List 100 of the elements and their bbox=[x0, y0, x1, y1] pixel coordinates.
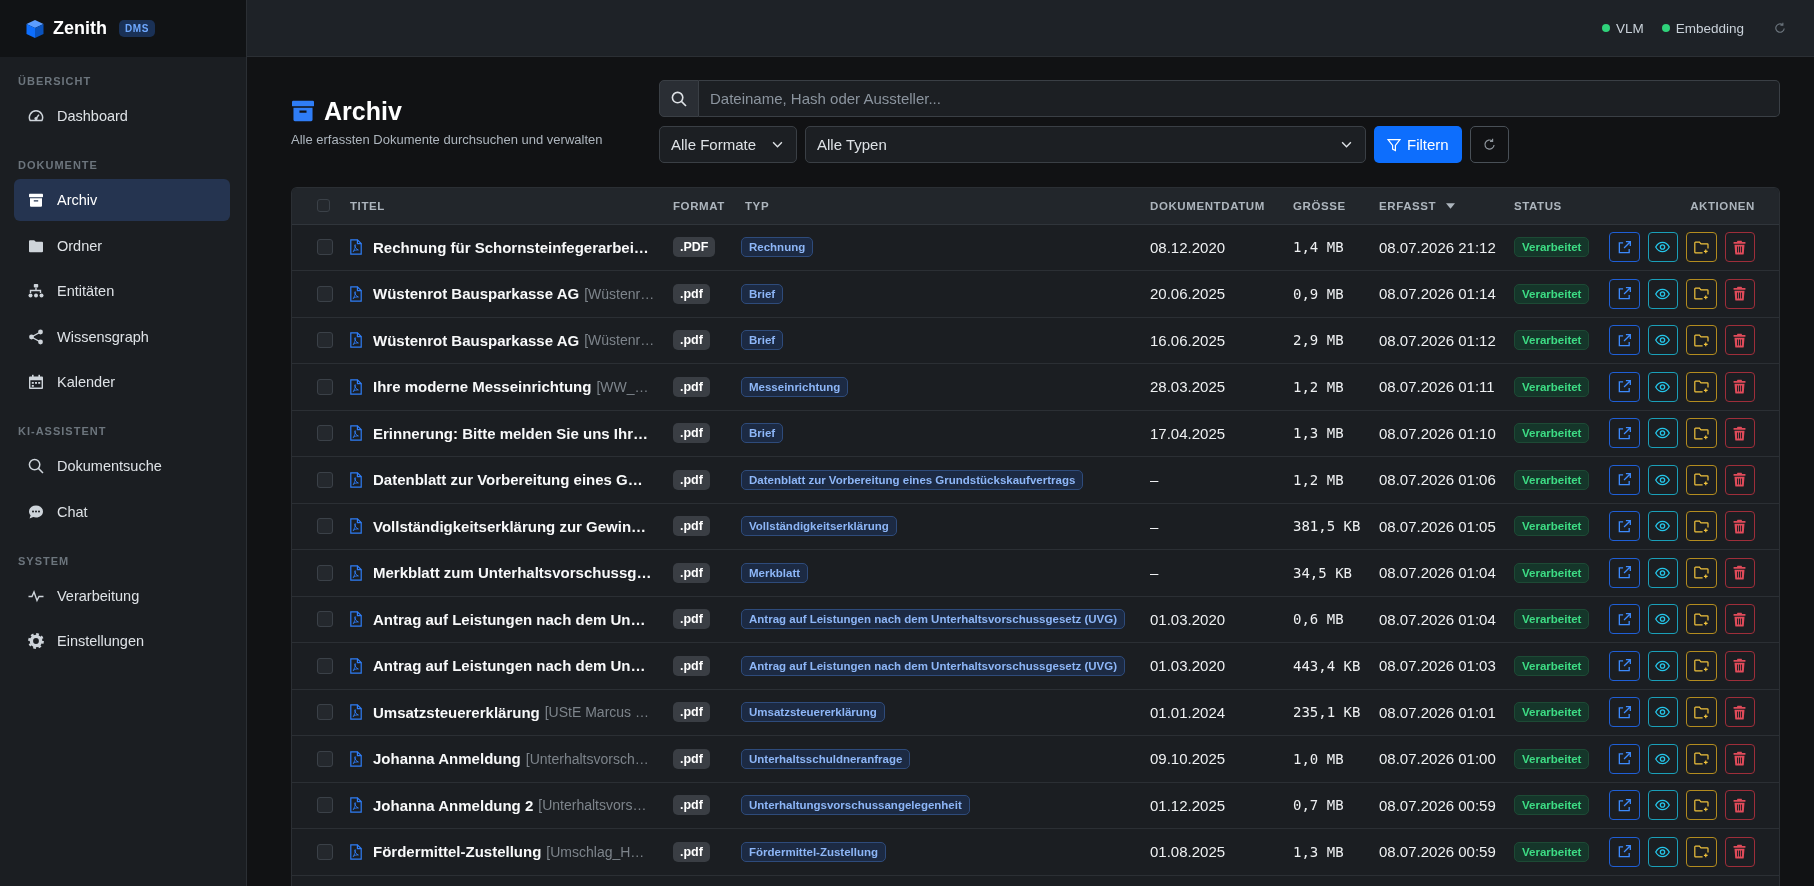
select-all-checkbox[interactable] bbox=[317, 199, 330, 213]
sidebar-item[interactable]: Chat bbox=[14, 490, 230, 533]
delete-button[interactable] bbox=[1724, 650, 1755, 681]
move-to-folder-button[interactable] bbox=[1686, 278, 1717, 309]
sidebar-item[interactable]: Einstellungen bbox=[14, 620, 230, 662]
document-title[interactable]: Rechnung für Schornsteinfegerarbei… bbox=[373, 238, 649, 256]
document-title[interactable]: Antrag auf Leistungen nach dem Un… bbox=[373, 610, 646, 628]
row-checkbox[interactable] bbox=[317, 425, 333, 442]
column-header[interactable]: ERFASST bbox=[1379, 199, 1456, 212]
document-title[interactable]: Merkblatt zum Unterhaltsvorschussg… bbox=[373, 564, 652, 582]
open-button[interactable] bbox=[1609, 325, 1640, 356]
delete-button[interactable] bbox=[1724, 557, 1755, 588]
move-to-folder-button[interactable] bbox=[1686, 325, 1717, 356]
format-select[interactable]: Alle Formate bbox=[659, 126, 797, 163]
preview-button[interactable] bbox=[1647, 325, 1678, 356]
open-button[interactable] bbox=[1609, 418, 1640, 449]
move-to-folder-button[interactable] bbox=[1686, 371, 1717, 402]
refresh-icon[interactable] bbox=[1774, 22, 1786, 34]
move-to-folder-button[interactable] bbox=[1686, 836, 1717, 867]
delete-button[interactable] bbox=[1724, 418, 1755, 449]
document-title[interactable]: Ihre moderne Messeinrichtung bbox=[373, 378, 592, 396]
move-to-folder-button[interactable] bbox=[1686, 604, 1717, 635]
open-button[interactable] bbox=[1609, 790, 1640, 821]
document-title[interactable]: Johanna Anmeldung bbox=[373, 750, 521, 768]
open-button[interactable] bbox=[1609, 232, 1640, 263]
move-to-folder-button[interactable] bbox=[1686, 418, 1717, 449]
sidebar-item[interactable]: Archiv bbox=[14, 179, 230, 221]
preview-button[interactable] bbox=[1647, 232, 1678, 263]
delete-button[interactable] bbox=[1724, 464, 1755, 495]
move-to-folder-button[interactable] bbox=[1686, 511, 1717, 542]
filter-button[interactable]: Filtern bbox=[1374, 126, 1462, 163]
row-checkbox[interactable] bbox=[317, 378, 333, 395]
delete-button[interactable] bbox=[1724, 325, 1755, 356]
document-title[interactable]: Umsatzsteuererklärung bbox=[373, 703, 540, 721]
delete-button[interactable] bbox=[1724, 790, 1755, 821]
row-checkbox[interactable] bbox=[317, 704, 333, 721]
preview-button[interactable] bbox=[1647, 790, 1678, 821]
delete-button[interactable] bbox=[1724, 511, 1755, 542]
open-button[interactable] bbox=[1609, 836, 1640, 867]
sidebar-item[interactable]: Kalender bbox=[14, 361, 230, 403]
delete-button[interactable] bbox=[1724, 371, 1755, 402]
delete-button[interactable] bbox=[1724, 232, 1755, 263]
sidebar-item[interactable]: Verarbeitung bbox=[14, 574, 230, 617]
sidebar-item[interactable]: Dashboard bbox=[14, 95, 230, 137]
row-checkbox[interactable] bbox=[317, 564, 333, 581]
document-title[interactable]: Wüstenrot Bausparkasse AG bbox=[373, 285, 580, 303]
open-button[interactable] bbox=[1609, 371, 1640, 402]
document-title[interactable]: Vollständigkeitserklärung zur Gewin… bbox=[373, 517, 647, 535]
preview-button[interactable] bbox=[1647, 604, 1678, 635]
move-to-folder-button[interactable] bbox=[1686, 790, 1717, 821]
preview-button[interactable] bbox=[1647, 557, 1678, 588]
preview-button[interactable] bbox=[1647, 278, 1678, 309]
row-checkbox[interactable] bbox=[317, 797, 333, 814]
search-field[interactable]: Dateiname, Hash oder Aussteller... bbox=[699, 80, 1780, 117]
move-to-folder-button[interactable] bbox=[1686, 464, 1717, 495]
document-title[interactable]: Antrag auf Leistungen nach dem Un… bbox=[373, 657, 646, 675]
delete-button[interactable] bbox=[1724, 743, 1755, 774]
row-checkbox[interactable] bbox=[317, 611, 333, 628]
delete-button[interactable] bbox=[1724, 604, 1755, 635]
reset-button[interactable] bbox=[1469, 126, 1509, 163]
open-button[interactable] bbox=[1609, 743, 1640, 774]
preview-button[interactable] bbox=[1647, 650, 1678, 681]
sidebar-item[interactable]: Entitäten bbox=[14, 270, 230, 312]
row-checkbox[interactable] bbox=[317, 657, 333, 674]
document-title[interactable]: Wüstenrot Bausparkasse AG bbox=[373, 331, 580, 349]
document-title[interactable]: Fördermittel-Zustellung bbox=[373, 843, 542, 861]
open-button[interactable] bbox=[1609, 464, 1640, 495]
row-checkbox[interactable] bbox=[317, 332, 333, 349]
preview-button[interactable] bbox=[1647, 743, 1678, 774]
open-button[interactable] bbox=[1609, 604, 1640, 635]
row-checkbox[interactable] bbox=[317, 239, 333, 256]
row-checkbox[interactable] bbox=[317, 843, 333, 860]
open-button[interactable] bbox=[1609, 650, 1640, 681]
open-button[interactable] bbox=[1609, 557, 1640, 588]
type-select[interactable]: Alle Typen bbox=[805, 126, 1366, 163]
preview-button[interactable] bbox=[1647, 464, 1678, 495]
sidebar-item[interactable]: Dokumentsuche bbox=[14, 445, 230, 487]
preview-button[interactable] bbox=[1647, 697, 1678, 728]
delete-button[interactable] bbox=[1724, 278, 1755, 309]
sidebar-item[interactable]: Wissensgraph bbox=[14, 315, 230, 358]
move-to-folder-button[interactable] bbox=[1686, 697, 1717, 728]
open-button[interactable] bbox=[1609, 278, 1640, 309]
move-to-folder-button[interactable] bbox=[1686, 650, 1717, 681]
open-button[interactable] bbox=[1609, 511, 1640, 542]
delete-button[interactable] bbox=[1724, 836, 1755, 867]
sidebar-item[interactable]: Ordner bbox=[14, 224, 230, 267]
move-to-folder-button[interactable] bbox=[1686, 557, 1717, 588]
document-title[interactable]: Erinnerung: Bitte melden Sie uns Ihr… bbox=[373, 424, 649, 442]
document-title[interactable]: Datenblatt zur Vorbereitung eines G… bbox=[373, 471, 643, 489]
document-title[interactable]: Johanna Anmeldung 2 bbox=[373, 796, 534, 814]
preview-button[interactable] bbox=[1647, 371, 1678, 402]
move-to-folder-button[interactable] bbox=[1686, 743, 1717, 774]
delete-button[interactable] bbox=[1724, 697, 1755, 728]
row-checkbox[interactable] bbox=[317, 518, 333, 535]
open-button[interactable] bbox=[1609, 697, 1640, 728]
preview-button[interactable] bbox=[1647, 836, 1678, 867]
row-checkbox[interactable] bbox=[317, 285, 333, 302]
preview-button[interactable] bbox=[1647, 418, 1678, 449]
row-checkbox[interactable] bbox=[317, 750, 333, 767]
move-to-folder-button[interactable] bbox=[1686, 232, 1717, 263]
